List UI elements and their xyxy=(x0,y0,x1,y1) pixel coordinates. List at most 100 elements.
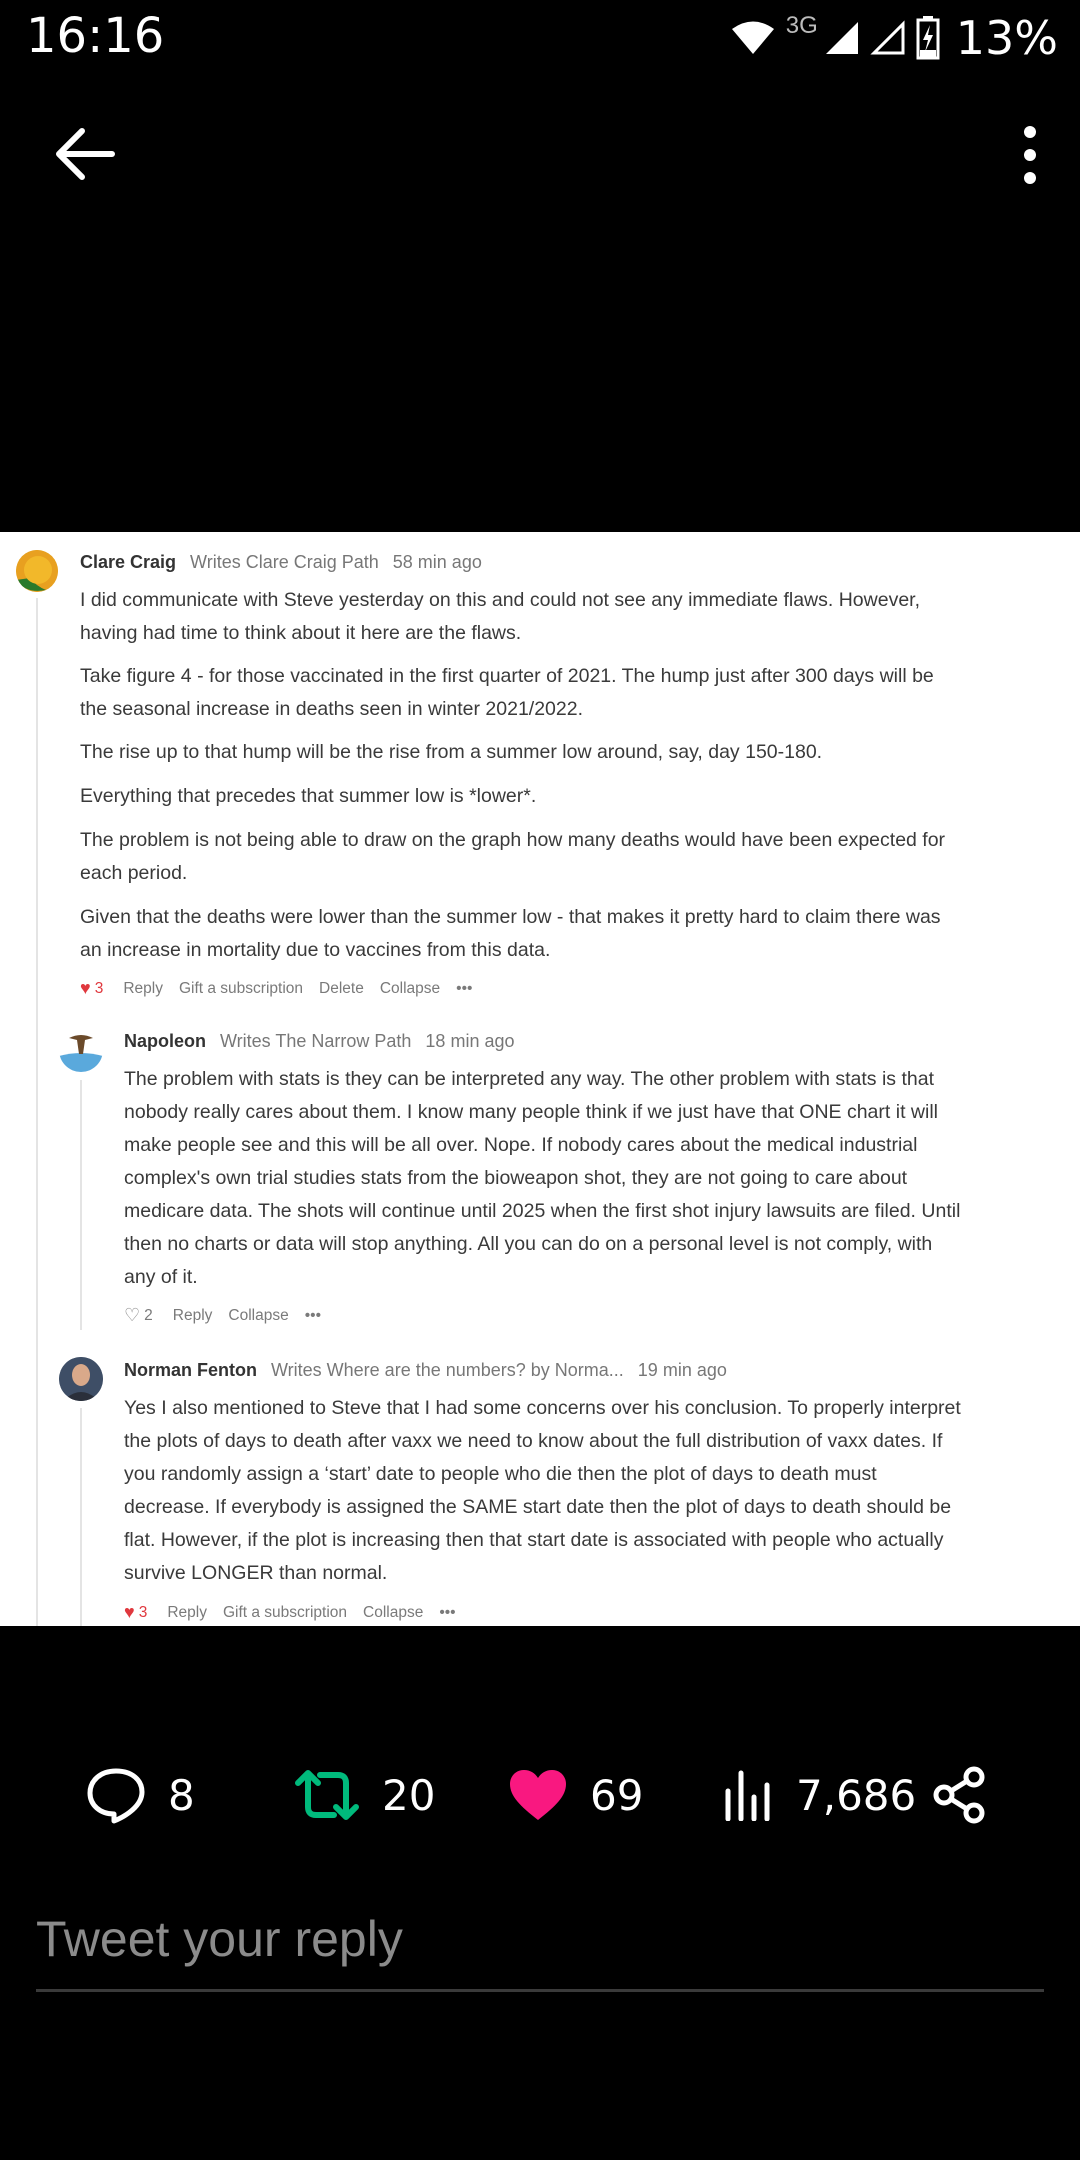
collapse-link[interactable]: Collapse xyxy=(380,980,440,998)
avatar xyxy=(59,1357,103,1401)
retweet-icon xyxy=(295,1770,359,1820)
avatar-image-icon xyxy=(16,550,58,592)
wifi-icon xyxy=(731,21,774,54)
reply-link[interactable]: Reply xyxy=(167,1604,207,1622)
comment-time: 19 min ago xyxy=(637,1360,727,1380)
comment-paragraph: The rise up to that hump will be the ris… xyxy=(80,736,1020,769)
heart-filled-icon[interactable]: ♥ xyxy=(80,978,91,999)
more-vertical-icon xyxy=(1024,126,1036,184)
text-line: I did communicate with Steve yesterday o… xyxy=(80,589,921,611)
text-line: the plots of days to death after vaxx we… xyxy=(124,1430,943,1452)
like-count: 3 xyxy=(138,1603,148,1621)
heart-filled-icon[interactable]: ♥ xyxy=(124,1602,135,1623)
text-line: then no charts or data will stop anythin… xyxy=(124,1233,933,1255)
comment-header: Clare Craig Writes Clare Craig Path 58 min… xyxy=(80,552,482,573)
reply-input[interactable]: Tweet your reply xyxy=(36,1900,1044,1992)
comment-header: Norman Fenton Writes Where are the number… xyxy=(124,1360,727,1381)
network-type-label: 3G xyxy=(785,12,818,39)
author-publication[interactable]: Writes Clare Craig Path xyxy=(190,552,379,572)
author-name[interactable]: Norman Fenton xyxy=(124,1360,257,1380)
text-line: the seasonal increase in deaths seen in … xyxy=(80,698,584,720)
signal-icon xyxy=(825,22,858,54)
like-count: 2 xyxy=(144,1306,153,1324)
thread-line xyxy=(80,1408,82,1626)
gift-subscription-link[interactable]: Gift a subscription xyxy=(223,1604,347,1622)
more-actions-icon[interactable]: ••• xyxy=(456,980,472,998)
text-line: survive LONGER than normal. xyxy=(124,1562,388,1584)
like-count: 3 xyxy=(94,979,104,997)
text-line: complex's own trial studies stats from t… xyxy=(124,1167,908,1189)
text-line: Yes I also mentioned to Steve that I had… xyxy=(124,1397,961,1419)
comment-paragraph: The problem with stats is they can be in… xyxy=(124,1063,1024,1294)
arrow-left-icon xyxy=(56,128,115,180)
text-line: The problem with stats is they can be in… xyxy=(124,1068,935,1090)
author-name[interactable]: Clare Craig xyxy=(80,552,176,572)
reply-link[interactable]: Reply xyxy=(173,1307,213,1325)
text-line: any of it. xyxy=(124,1266,198,1288)
gift-subscription-link[interactable]: Gift a subscription xyxy=(179,980,303,998)
reply-count: 8 xyxy=(168,1770,195,1820)
comment-actions: ♥ 3 Reply Gift a subscription Delete Col… xyxy=(80,978,488,999)
collapse-link[interactable]: Collapse xyxy=(363,1604,423,1622)
like-count: 69 xyxy=(590,1770,644,1820)
thread-line xyxy=(36,598,38,1626)
share-icon xyxy=(933,1766,985,1824)
battery-charging-icon xyxy=(916,16,940,60)
comment-time: 18 min ago xyxy=(425,1031,515,1051)
collapse-link[interactable]: Collapse xyxy=(228,1307,288,1325)
text-line: each period. xyxy=(80,862,188,884)
comment-paragraph: Yes I also mentioned to Steve that I had… xyxy=(124,1392,1024,1590)
text-line: Given that the deaths were lower than th… xyxy=(80,906,941,928)
text-line: you randomly assign a ‘start’ date to pe… xyxy=(124,1463,877,1485)
text-line: make people see and this will be all ove… xyxy=(124,1134,918,1156)
retweet-button[interactable]: 20 xyxy=(294,1755,435,1835)
text-line: The rise up to that hump will be the ris… xyxy=(80,741,823,763)
text-line: medicare data. The shots will continue u… xyxy=(124,1200,961,1222)
more-options-button[interactable] xyxy=(1010,120,1050,190)
author-publication[interactable]: Writes The Narrow Path xyxy=(220,1031,411,1051)
avatar xyxy=(16,550,58,592)
reply-link[interactable]: Reply xyxy=(123,980,163,998)
reply-count-button[interactable]: 8 xyxy=(86,1755,195,1835)
engagement-bar: 8 20 69 7,686 xyxy=(0,1755,1080,1835)
back-button[interactable] xyxy=(50,124,120,184)
reply-placeholder: Tweet your reply xyxy=(36,1911,403,1967)
text-line: flat. However, if the plot is increasing… xyxy=(124,1529,944,1551)
comment-paragraph: Take figure 4 - for those vaccinated in … xyxy=(80,660,1020,726)
text-line: Take figure 4 - for those vaccinated in … xyxy=(80,665,934,687)
more-actions-icon[interactable]: ••• xyxy=(439,1604,455,1622)
author-name[interactable]: Napoleon xyxy=(124,1031,206,1051)
more-actions-icon[interactable]: ••• xyxy=(305,1307,321,1325)
status-time: 16:16 xyxy=(26,8,165,64)
status-icons: 3G 13% xyxy=(730,10,1058,66)
comment-time: 58 min ago xyxy=(392,552,482,572)
avatar xyxy=(59,1028,103,1072)
share-button[interactable] xyxy=(930,1755,1012,1835)
comment-paragraph: Given that the deaths were lower than th… xyxy=(80,901,1020,967)
comment-bubble-icon xyxy=(87,1768,145,1824)
heart-filled-icon xyxy=(510,1770,566,1820)
signal-empty-icon xyxy=(870,20,905,55)
tweet-media-image[interactable]: Clare Craig Writes Clare Craig Path 58 min… xyxy=(0,532,1080,1626)
comment-paragraph: Everything that precedes that summer low… xyxy=(80,780,1020,813)
like-button[interactable]: 69 xyxy=(508,1755,643,1835)
comment-paragraph: The problem is not being able to draw on… xyxy=(80,824,1020,890)
comment-actions: ♡ 2 Reply Collapse ••• xyxy=(124,1305,337,1326)
delete-link[interactable]: Delete xyxy=(319,980,364,998)
thread-line xyxy=(80,1080,82,1330)
comment-actions: ♥ 3 Reply Gift a subscription Collapse •… xyxy=(124,1602,472,1623)
retweet-count: 20 xyxy=(382,1770,436,1820)
views-chart-icon xyxy=(725,1770,770,1821)
avatar-image-icon xyxy=(59,1357,103,1401)
text-line: an increase in mortality due to vaccines… xyxy=(80,939,551,961)
text-line: The problem is not being able to draw on… xyxy=(80,829,946,851)
text-line: nobody really cares about them. I know m… xyxy=(124,1101,938,1123)
heart-outline-icon[interactable]: ♡ xyxy=(124,1305,140,1326)
text-line: decrease. If everybody is assigned the S… xyxy=(124,1496,952,1518)
comment-paragraph: I did communicate with Steve yesterday o… xyxy=(80,584,1020,650)
text-line: having had time to think about it here a… xyxy=(80,622,522,644)
author-publication[interactable]: Writes Where are the numbers? by Norma..… xyxy=(271,1360,624,1380)
text-line: Everything that precedes that summer low… xyxy=(80,785,537,807)
comment-header: Napoleon Writes The Narrow Path 18 min ago xyxy=(124,1031,514,1052)
views-button[interactable]: 7,686 xyxy=(724,1755,916,1835)
